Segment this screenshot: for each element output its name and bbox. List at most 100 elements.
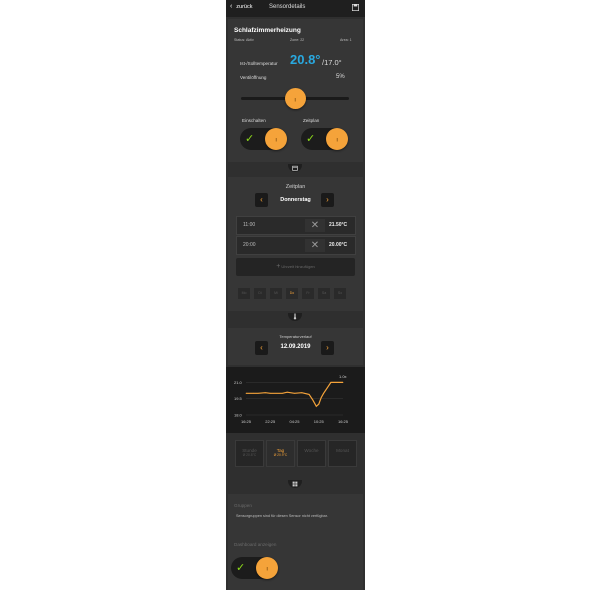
chevron-left-icon: ‹ xyxy=(230,3,233,10)
top-bar: ‹ zurück Sensordetails xyxy=(226,0,365,17)
x-tick-label: 16:25 xyxy=(338,419,349,424)
slider-handle[interactable]: || xyxy=(284,88,306,109)
add-time-label: Uhrzeit hinzufügen xyxy=(281,264,315,269)
valve-value: 5% xyxy=(336,74,345,80)
range-label: Woche xyxy=(304,448,319,453)
data-point xyxy=(265,392,266,394)
y-tick-label: 18.0 xyxy=(234,413,243,418)
y-tick-label: 19.5 xyxy=(234,396,243,401)
current-temperature: 20.8° xyxy=(290,52,321,67)
data-point xyxy=(323,392,324,394)
back-button[interactable]: ‹ zurück xyxy=(230,3,253,10)
switch-toggle[interactable]: ✓ || xyxy=(240,128,287,150)
data-point xyxy=(312,399,314,401)
data-point xyxy=(301,392,303,394)
schedule-title: Zeitplan xyxy=(285,184,306,190)
weekday-button[interactable]: Mo xyxy=(238,288,250,299)
set-temperature: /17.0° xyxy=(322,58,342,67)
range-button[interactable]: Stunde Ø 20.8°C xyxy=(235,440,264,467)
chevron-right-icon: › xyxy=(326,343,329,352)
next-day-button[interactable]: › xyxy=(321,193,334,207)
save-icon[interactable] xyxy=(352,4,359,11)
thermometer-divider xyxy=(288,313,302,321)
weekday-button[interactable]: So xyxy=(334,288,346,299)
check-icon: ✓ xyxy=(245,133,255,145)
add-time-button[interactable]: + Uhrzeit hinzufügen xyxy=(236,258,355,276)
data-point xyxy=(326,387,328,389)
valve-label: Ventilöffnung xyxy=(240,75,267,80)
data-point xyxy=(308,393,310,395)
groups-text: Sensorgruppen sind für diesen Sensor nic… xyxy=(236,514,328,518)
check-icon: ✓ xyxy=(306,133,316,145)
grid-icon xyxy=(292,481,298,487)
switch-label: Einschalten xyxy=(242,118,266,123)
history-title: Temperaturverlauf xyxy=(279,334,312,339)
range-button[interactable]: Tag Ø 20.9°C xyxy=(266,440,295,467)
delete-icon[interactable]: ✕ xyxy=(305,239,325,252)
chevron-right-icon: › xyxy=(326,195,329,204)
check-icon: ✓ xyxy=(236,562,246,574)
weekday-button[interactable]: Mi xyxy=(270,288,282,299)
weekday-button[interactable]: Do xyxy=(286,288,298,299)
dashboard-label: Dashboard anzeigen xyxy=(234,542,277,547)
data-point xyxy=(245,392,247,394)
temperature-chart[interactable]: 21.0 19.5 18.0 16:25 22:25 04:25 10:25 16:25 1.0… xyxy=(226,367,365,433)
sensor-zone: Zone: 22 xyxy=(290,38,305,42)
x-tick-label: 16:25 xyxy=(241,419,252,424)
weekday-button[interactable]: Di xyxy=(254,288,266,299)
schedule-toggle[interactable]: ✓ || xyxy=(301,128,348,150)
range-label: Monat xyxy=(336,448,349,453)
chart-svg: 21.019.518.016:25 22:25 04:25 10:25 16:251.0… xyxy=(234,374,349,424)
next-date-button[interactable]: › xyxy=(321,341,334,355)
schedule-row[interactable]: 20:00 ✕ 20.00°C xyxy=(236,236,356,255)
sensor-area: Area: 1 xyxy=(340,38,352,42)
schedule-day: Donnerstag xyxy=(280,197,311,203)
calendar-icon xyxy=(292,165,298,171)
groups-title: Gruppen xyxy=(234,503,252,508)
dashboard-toggle[interactable]: ✓ || xyxy=(231,557,278,579)
thermometer-icon xyxy=(293,313,297,320)
toggle-knob: || xyxy=(256,557,278,579)
schedule-row[interactable]: 11:00 ✕ 21.50°C xyxy=(236,216,356,235)
weekday-button[interactable]: Fr xyxy=(302,288,314,299)
data-point xyxy=(335,382,337,383)
toggle-knob: || xyxy=(265,128,287,150)
data-point xyxy=(320,397,322,399)
sensor-status: Status: Aktiv xyxy=(234,38,254,42)
schedule-temp: 21.50°C xyxy=(329,222,348,228)
range-button[interactable]: Woche xyxy=(297,440,326,467)
range-button[interactable]: Monat xyxy=(328,440,357,467)
schedule-time: 11:00 xyxy=(243,222,256,228)
temp-label: Ist-/Solltemperatur xyxy=(240,61,278,66)
sensor-detail-screen: ‹ zurück Sensordetails Schlafzimmerheizu… xyxy=(226,0,365,590)
weekday-button[interactable]: Sa xyxy=(318,288,330,299)
temperature-series-line xyxy=(246,381,343,408)
data-point xyxy=(315,405,317,407)
groups-divider xyxy=(288,480,302,488)
x-tick-label: 04:25 xyxy=(289,419,300,424)
toggle-knob: || xyxy=(326,128,348,150)
data-point xyxy=(286,391,288,393)
data-point xyxy=(294,392,295,394)
range-average: Ø 20.9°C xyxy=(273,453,288,457)
calendar-divider xyxy=(288,164,302,172)
x-tick-label: 10:25 xyxy=(314,419,325,424)
schedule-temp: 20.00°C xyxy=(329,242,348,248)
schedule-toggle-label: Zeitplan xyxy=(303,118,320,123)
data-point xyxy=(281,392,283,394)
data-point xyxy=(318,403,320,405)
page-title: Sensordetails xyxy=(269,4,306,10)
sensor-name: Schlafzimmerheizung xyxy=(234,27,301,34)
y-tick-label: 21.0 xyxy=(234,380,243,385)
history-date: 12.09.2019 xyxy=(280,344,311,350)
back-label: zurück xyxy=(236,4,253,10)
delete-icon[interactable]: ✕ xyxy=(305,219,325,232)
schedule-time: 20:00 xyxy=(243,242,256,248)
data-point xyxy=(330,382,332,383)
data-point xyxy=(257,392,259,394)
data-point xyxy=(252,392,254,394)
plus-icon: + xyxy=(276,263,281,270)
data-point xyxy=(342,382,344,383)
data-point xyxy=(269,392,271,394)
range-average: Ø 20.8°C xyxy=(242,453,257,457)
